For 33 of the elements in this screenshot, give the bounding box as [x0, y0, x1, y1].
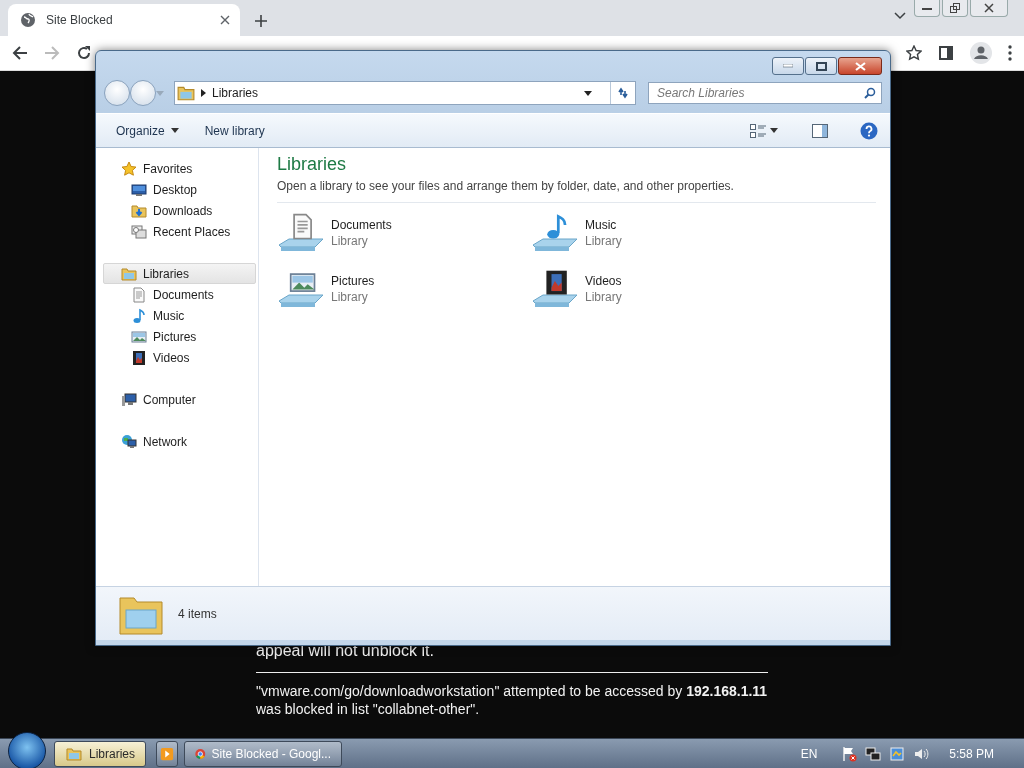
taskbar-button[interactable]: Libraries	[54, 740, 146, 767]
sidebar-item[interactable]: Videos	[103, 347, 256, 368]
sidebar-item[interactable]: Favorites	[103, 158, 256, 179]
sidebar-item[interactable]: Recent Places	[103, 221, 256, 242]
language-indicator[interactable]: EN	[800, 746, 818, 761]
address-bar[interactable]: Libraries	[174, 81, 636, 105]
sidebar-item[interactable]: Libraries	[103, 263, 256, 284]
command-button[interactable]: Organize	[110, 119, 185, 142]
browser-tab[interactable]: Site Blocked	[8, 4, 240, 36]
sidebar-item[interactable]: Desktop	[103, 179, 256, 200]
library-name[interactable]: Music	[585, 218, 622, 232]
library-type: Library	[331, 290, 369, 304]
library-type: Library	[331, 234, 369, 248]
page-subtitle: Open a library to see your files and arrange them by folder, date, and other properties.	[277, 179, 876, 203]
item-count: 4 items	[178, 606, 217, 621]
clock[interactable]: 5:58 PM	[949, 746, 994, 761]
sidebar-item[interactable]: Downloads	[103, 200, 256, 221]
sidebar-item[interactable]: Documents	[103, 284, 256, 305]
command-button[interactable]: New library	[198, 119, 271, 142]
library-type: Library	[585, 234, 622, 248]
tab-title: Site Blocked	[46, 13, 114, 27]
address-text: Libraries	[212, 86, 260, 100]
library-name[interactable]: Documents	[331, 218, 392, 232]
search-field[interactable]: Search Libraries	[648, 82, 882, 104]
block-message: "vmware.com/go/downloadworkstation" attempted to be accessed by 192.168.1.11 was blocked in list "collabnet-other".	[256, 682, 768, 718]
library-type: Library	[585, 290, 622, 304]
sidebar-item[interactable]: Network	[103, 431, 256, 452]
page-heading: Libraries	[277, 154, 348, 175]
library-name[interactable]: Videos	[585, 274, 622, 288]
library-name[interactable]: Pictures	[331, 274, 375, 288]
sidebar-item[interactable]: Pictures	[103, 326, 256, 347]
sidebar-item[interactable]: Music	[103, 305, 256, 326]
sidebar-item[interactable]: Computer	[103, 389, 256, 410]
